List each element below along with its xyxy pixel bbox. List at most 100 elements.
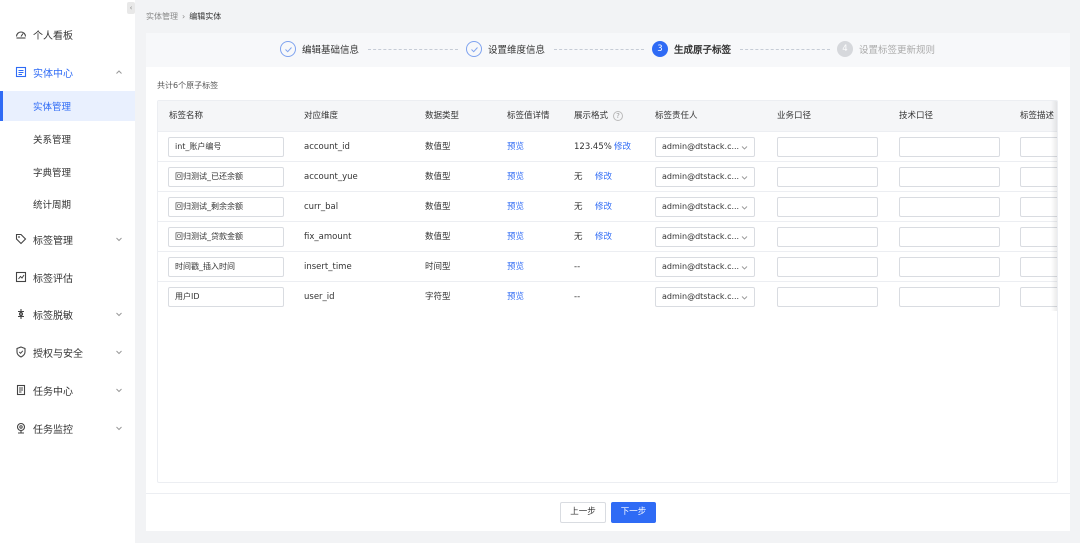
- preview-link[interactable]: 预览: [507, 162, 524, 192]
- nav-item-tag-evaluation[interactable]: 标签评估: [0, 262, 135, 292]
- owner-select[interactable]: admin@dtstack.c...: [655, 137, 755, 157]
- preview-link[interactable]: 预览: [507, 192, 524, 222]
- display-format-cell: --: [574, 262, 581, 272]
- preview-link[interactable]: 预览: [507, 282, 524, 312]
- tag-name-input[interactable]: 回归测试_剩余余额: [168, 197, 284, 217]
- nav-item-tag-desensitize[interactable]: 标签脱敏: [0, 299, 135, 329]
- business-caliber-input[interactable]: [777, 197, 878, 217]
- table-row: 回归测试_已还余额 account_yue 数值型 预览 无 修改 admin@dtstac…: [158, 161, 1057, 192]
- technical-caliber-input[interactable]: [899, 227, 1000, 247]
- business-caliber-input[interactable]: [777, 257, 878, 277]
- sub-item-label: 实体管理: [33, 102, 72, 113]
- technical-caliber-input[interactable]: [899, 197, 1000, 217]
- preview-link[interactable]: 预览: [507, 132, 524, 162]
- col-display-format: 展示格式?: [574, 101, 624, 131]
- col-technical-caliber: 技术口径: [899, 111, 934, 121]
- nav-item-dashboard[interactable]: 个人看板: [0, 19, 135, 49]
- footer-divider: [146, 493, 1070, 494]
- nav-item-entity-center[interactable]: 实体中心: [0, 57, 135, 87]
- step-number: 3: [652, 41, 668, 57]
- data-type-cell: 数值型: [425, 172, 451, 182]
- nav-item-tag-management[interactable]: 标签管理: [0, 224, 135, 254]
- monitor-icon: [15, 422, 27, 434]
- data-type-cell: 数值型: [425, 142, 451, 152]
- breadcrumb: 实体管理 › 编辑实体: [146, 11, 221, 22]
- next-step-button[interactable]: 下一步: [611, 502, 656, 523]
- collapse-sidebar-button[interactable]: ‹: [127, 2, 135, 14]
- tag-name-input[interactable]: 时间戳_插入时间: [168, 257, 284, 277]
- tag-name-input[interactable]: 回归测试_贷款金额: [168, 227, 284, 247]
- dimension-cell: insert_time: [304, 262, 352, 272]
- edit-format-link[interactable]: 修改: [614, 132, 631, 162]
- nav-item-label: 实体中心: [33, 68, 73, 80]
- edit-format-link[interactable]: 修改: [595, 192, 612, 222]
- step-label: 编辑基础信息: [302, 45, 360, 56]
- sidebar-item-statistic-period[interactable]: 统计周期: [0, 189, 135, 219]
- nav-item-task-monitor[interactable]: 任务监控: [0, 413, 135, 443]
- business-caliber-input[interactable]: [777, 167, 878, 187]
- chevron-down-icon: [116, 350, 122, 355]
- dimension-cell: account_yue: [304, 172, 358, 182]
- breadcrumb-separator: ›: [182, 12, 186, 21]
- step-connector: [554, 49, 644, 50]
- dimension-cell: curr_bal: [304, 202, 339, 212]
- chevron-down-icon: [741, 176, 748, 180]
- business-caliber-input[interactable]: [777, 287, 878, 307]
- atomic-tag-table: 标签名称 对应维度 数据类型 标签值详情 展示格式? 标签责任人 业务口径 技术…: [157, 100, 1058, 483]
- owner-select[interactable]: admin@dtstack.c...: [655, 197, 755, 217]
- col-data-type: 数据类型: [425, 111, 460, 121]
- owner-select[interactable]: admin@dtstack.c...: [655, 167, 755, 187]
- tag-name-input[interactable]: 用户ID: [168, 287, 284, 307]
- data-type-cell: 字符型: [425, 292, 451, 302]
- tag-name-input[interactable]: 回归测试_已还余额: [168, 167, 284, 187]
- preview-link[interactable]: 预览: [507, 252, 524, 282]
- col-business-caliber: 业务口径: [777, 111, 812, 121]
- tag-name-input[interactable]: int_账户编号: [168, 137, 284, 157]
- tag-count-text: 共计6个原子标签: [157, 81, 219, 90]
- business-caliber-input[interactable]: [777, 227, 878, 247]
- step-label: 设置标签更新规则: [859, 45, 936, 56]
- chevron-down-icon: [116, 312, 122, 317]
- owner-select[interactable]: admin@dtstack.c...: [655, 227, 755, 247]
- business-caliber-input[interactable]: [777, 137, 878, 157]
- technical-caliber-input[interactable]: [899, 137, 1000, 157]
- nav-item-label: 授权与安全: [33, 348, 83, 360]
- technical-caliber-input[interactable]: [899, 257, 1000, 277]
- dimension-cell: account_id: [304, 142, 350, 152]
- nav-item-label: 标签评估: [33, 273, 73, 285]
- col-dimension: 对应维度: [304, 111, 339, 121]
- step-2: 设置维度信息: [466, 41, 545, 57]
- col-value-detail: 标签值详情: [507, 111, 550, 121]
- dashboard-icon: [15, 28, 27, 40]
- chevron-up-icon: [116, 70, 122, 74]
- table-row: int_账户编号 account_id 数值型 预览 123.45% 修改 admin@dt…: [158, 131, 1057, 162]
- table-row: 时间戳_插入时间 insert_time 时间型 预览 -- admin@dtstack.…: [158, 251, 1057, 282]
- preview-link[interactable]: 预览: [507, 222, 524, 252]
- chevron-down-icon: [741, 236, 748, 240]
- chevron-down-icon: [741, 296, 748, 300]
- sidebar-item-relation-management[interactable]: 关系管理: [0, 124, 135, 154]
- help-icon[interactable]: ?: [613, 110, 624, 121]
- edit-format-link[interactable]: 修改: [595, 162, 612, 192]
- nav-item-task-center[interactable]: 任务中心: [0, 375, 135, 405]
- chevron-down-icon: [741, 266, 748, 270]
- breadcrumb-parent[interactable]: 实体管理: [146, 11, 178, 22]
- sidebar-item-dictionary-management[interactable]: 字典管理: [0, 157, 135, 187]
- sidebar-item-entity-management[interactable]: 实体管理: [0, 91, 135, 121]
- step-3: 3 生成原子标签: [652, 41, 731, 57]
- check-icon: [466, 41, 482, 57]
- owner-select[interactable]: admin@dtstack.c...: [655, 287, 755, 307]
- evaluate-icon: [15, 271, 27, 283]
- technical-caliber-input[interactable]: [899, 287, 1000, 307]
- nav-item-auth-security[interactable]: 授权与安全: [0, 337, 135, 367]
- owner-select-value: admin@dtstack.c...: [662, 262, 740, 271]
- owner-select[interactable]: admin@dtstack.c...: [655, 257, 755, 277]
- table-row: 用户ID user_id 字符型 预览 -- admin@dtstack.c...: [158, 281, 1057, 312]
- table-header: 标签名称 对应维度 数据类型 标签值详情 展示格式? 标签责任人 业务口径 技术…: [158, 101, 1057, 131]
- display-format-cell: 无: [574, 172, 583, 182]
- edit-format-link[interactable]: 修改: [595, 222, 612, 252]
- prev-step-button[interactable]: 上一步: [560, 502, 606, 523]
- technical-caliber-input[interactable]: [899, 167, 1000, 187]
- owner-select-value: admin@dtstack.c...: [662, 142, 740, 151]
- main-panel: 编辑基础信息 设置维度信息 3 生成原子标签 4 设置标签更新规则 共计6个原子…: [146, 33, 1070, 531]
